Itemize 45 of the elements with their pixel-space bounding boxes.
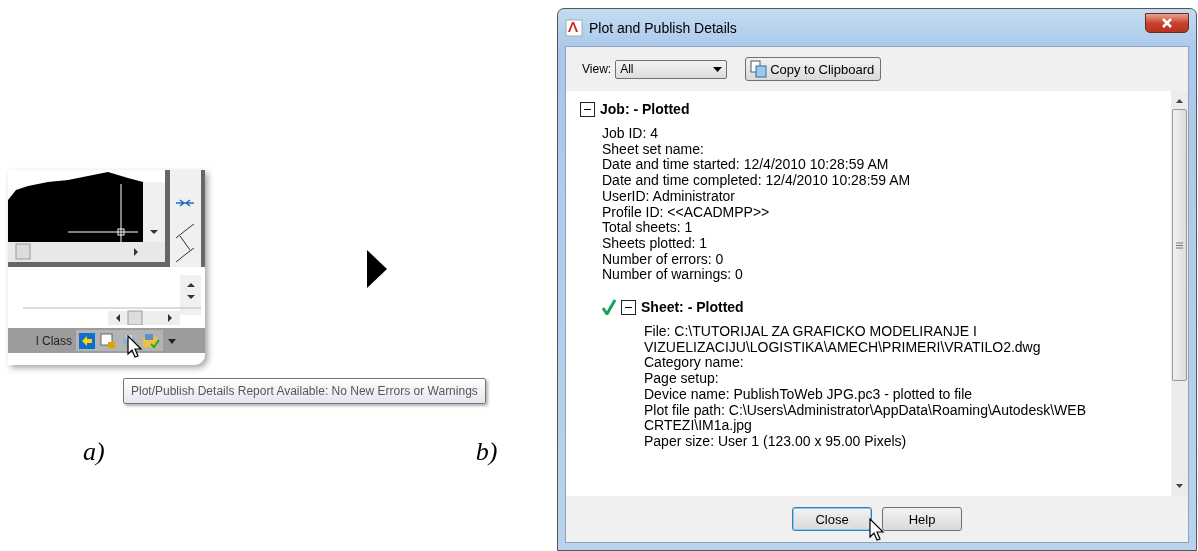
view-label: View: (582, 62, 612, 76)
vertical-scrollbar[interactable] (1171, 91, 1188, 496)
right-arrow-icon (367, 250, 387, 288)
detail-line: Date and time completed: 12/4/2010 10:28:59 AM (602, 173, 912, 189)
figure-caption: a) (83, 437, 105, 467)
sheet-heading: Sheet: - Plotted (641, 299, 744, 316)
detail-line: Sheet set name: (602, 141, 705, 158)
close-button[interactable]: Close (792, 507, 872, 531)
detail-line: Date and time started: 12/4/2010 10:28:59 AM (602, 157, 890, 174)
help-button[interactable]: Help (882, 507, 962, 531)
close-icon[interactable] (1145, 12, 1189, 33)
clipboard-pages-icon (750, 60, 769, 78)
detail-line: File: C:\TUTORIJAL ZA GRAFICKO MODELIRANJE I VIZUELIZACIJU\LOGISTIKA\AMECH\PRIMERI\VRATILO2.dwg (644, 324, 1042, 356)
detail-line: Profile ID: <<ACADMPP>> (602, 204, 771, 221)
detail-line: Number of errors: 0 (602, 251, 725, 268)
detail-line: Number of warnings: 0 (602, 267, 744, 284)
detail-line: Job ID: 4 (602, 126, 660, 142)
detail-line: Sheets plotted: 1 (602, 235, 709, 252)
mouse-pointer-icon (869, 518, 885, 542)
detail-line: Category name: (644, 355, 744, 372)
folder-check-icon[interactable] (142, 332, 160, 349)
collapse-toggle[interactable] (621, 299, 636, 315)
tooltip: Plot/Publish Details Report Available: No New Errors or Warnings (123, 378, 486, 404)
detail-line: Device name: PublishToWeb JPG.pc3 - plotted to file (644, 386, 974, 403)
detail-line: Paper size: User 1 (123.00 x 95.00 Pixels) (644, 433, 908, 450)
job-heading: Job: - Plotted (600, 101, 690, 117)
dropdown-arrow-icon[interactable] (713, 66, 723, 72)
lock-icon[interactable] (100, 332, 116, 349)
scroll-up-arrow-icon[interactable] (1175, 97, 1184, 105)
mouse-pointer-icon (127, 335, 143, 359)
app-logo-icon (565, 18, 583, 37)
grip-lines-icon (1176, 241, 1183, 249)
collapse-toggle[interactable] (580, 101, 595, 117)
view-dropdown[interactable]: All (615, 59, 728, 79)
detail-line: Page setup: (644, 371, 720, 387)
copy-to-clipboard-button[interactable]: Copy to Clipboard (745, 57, 882, 81)
scrollbar-thumb[interactable] (1172, 109, 1187, 381)
window-title: Plot and Publish Details (589, 19, 737, 36)
detail-line: Plot file path: C:\Users\Administrator\AppData\Roaming\Autodesk\WEB CRTEZI\IM1a.jpg (644, 402, 1087, 434)
status-bar-label: l Class (36, 333, 72, 348)
detail-line: UserID: Administrator (602, 188, 736, 205)
detail-line: Total sheets: 1 (602, 220, 694, 236)
back-arrow-icon[interactable] (79, 332, 95, 349)
scroll-down-arrow-icon[interactable] (1175, 482, 1184, 490)
figure-caption: b) (475, 437, 498, 467)
